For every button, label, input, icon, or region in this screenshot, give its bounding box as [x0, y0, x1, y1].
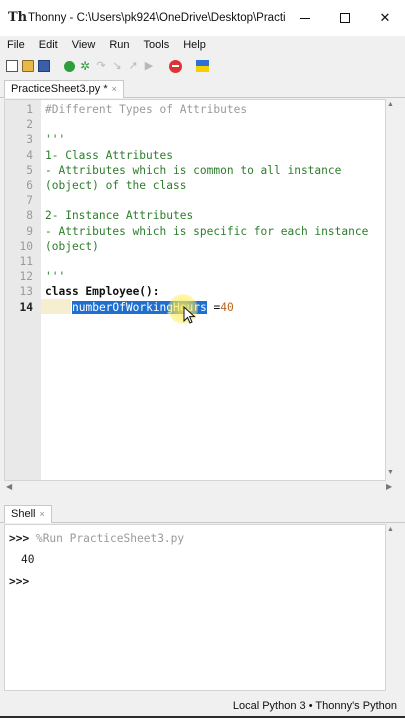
window-title: Thonny - C:\Users\pk924\OneDrive\Desktop…: [28, 12, 285, 24]
editor-horizontal-scrollbar[interactable]: ◀ ▶: [4, 482, 396, 494]
save-icon[interactable]: [38, 60, 50, 72]
menu-run[interactable]: Run: [102, 36, 136, 54]
shell-input-line[interactable]: >>>: [9, 574, 29, 589]
code-editor[interactable]: 1 #Different Types of Attributes 2 3 ''' 4…: [4, 99, 386, 481]
code-text: - Attributes which is specific for each …: [45, 224, 369, 238]
line-number: 3: [26, 133, 33, 147]
line-number: 13: [19, 285, 33, 299]
code-line: 5 - Attributes which is common to all ins…: [5, 163, 385, 178]
scroll-up-icon[interactable]: ▲: [387, 101, 394, 108]
ukraine-flag-icon[interactable]: [196, 60, 209, 72]
code-line: 7: [5, 193, 385, 208]
code-line: 13 class Employee():: [5, 284, 385, 299]
line-number: 2: [26, 118, 33, 132]
keyword-class: class: [45, 285, 79, 299]
step-over-icon[interactable]: ↷: [95, 60, 107, 72]
code-line: 12 ''': [5, 269, 385, 284]
number-literal: 40: [220, 300, 234, 314]
shell-output: 40: [21, 553, 35, 566]
code-line: 10 (object): [5, 239, 385, 254]
shell-tab-bar: Shell ×: [0, 503, 405, 523]
line-number: 5: [26, 163, 33, 177]
editor-tab-bar: PracticeSheet3.py * ×: [0, 78, 405, 98]
thonny-window: Th Thonny - C:\Users\pk924\OneDrive\Desk…: [0, 0, 405, 718]
stop-icon[interactable]: [169, 59, 182, 73]
resume-icon[interactable]: ▶: [143, 60, 155, 72]
code-line: 11: [5, 254, 385, 269]
shell-command-line: >>> %Run PracticeSheet3.py: [9, 531, 184, 546]
toolbar: ✲ ↷ ↘ ↗ ▶: [0, 55, 405, 77]
debug-icon[interactable]: ✲: [79, 60, 91, 72]
menu-file[interactable]: File: [0, 36, 32, 54]
line-number: 7: [26, 194, 33, 208]
code-line: 4 1- Class Attributes: [5, 148, 385, 163]
code-text: ''': [45, 133, 66, 147]
code-text: ''': [45, 270, 66, 284]
menu-view[interactable]: View: [65, 36, 103, 54]
shell-tab-close-icon[interactable]: ×: [39, 509, 44, 519]
new-file-icon[interactable]: [6, 60, 18, 72]
scroll-right-icon[interactable]: ▶: [386, 482, 392, 491]
shell-prompt: >>>: [9, 575, 30, 588]
maximize-icon: [340, 13, 350, 23]
thonny-logo-icon: Th: [8, 10, 28, 25]
code-text: #Different Types of Attributes: [45, 103, 248, 116]
open-file-icon[interactable]: [22, 60, 34, 72]
title-bar: Th Thonny - C:\Users\pk924\OneDrive\Desk…: [0, 0, 405, 36]
scroll-left-icon[interactable]: ◀: [6, 482, 12, 491]
run-icon[interactable]: [64, 60, 75, 72]
shell-command: %Run PracticeSheet3.py: [29, 532, 185, 545]
line-number: 6: [26, 179, 33, 192]
code-line: 1 #Different Types of Attributes: [5, 102, 385, 117]
code-text: 1- Class Attributes: [45, 148, 173, 162]
menu-bar: File Edit View Run Tools Help: [0, 36, 405, 54]
line-number: 10: [19, 239, 33, 253]
mouse-pointer-icon: [183, 306, 196, 324]
shell-console[interactable]: >>> %Run PracticeSheet3.py 40 >>>: [4, 524, 386, 691]
step-out-icon[interactable]: ↗: [127, 60, 139, 72]
menu-edit[interactable]: Edit: [32, 36, 65, 54]
menu-help[interactable]: Help: [176, 36, 213, 54]
close-window-button[interactable]: ✕: [365, 0, 405, 36]
code-line: 3 ''': [5, 132, 385, 147]
line-number: 11: [19, 255, 33, 268]
tab-practicesheet3[interactable]: PracticeSheet3.py * ×: [4, 80, 124, 98]
interpreter-status[interactable]: Local Python 3 • Thonny's Python: [233, 700, 397, 712]
minimize-button[interactable]: [285, 0, 325, 36]
code-line: 2: [5, 117, 385, 132]
tab-close-icon[interactable]: ×: [112, 84, 117, 94]
maximize-button[interactable]: [325, 0, 365, 36]
shell-tab-label: Shell: [11, 508, 36, 520]
line-number: 14: [19, 300, 33, 314]
scroll-down-icon[interactable]: ▼: [387, 469, 394, 476]
line-number: 1: [26, 103, 33, 116]
code-text: (object) of the class: [45, 179, 187, 192]
tab-label: PracticeSheet3.py *: [11, 83, 108, 95]
code-text: 2- Instance Attributes: [45, 209, 194, 223]
minimize-icon: [300, 17, 310, 19]
shell-prompt: >>>: [9, 532, 30, 545]
menu-tools[interactable]: Tools: [137, 36, 177, 54]
code-line: 6 (object) of the class: [5, 178, 385, 193]
assignment-operator: =: [206, 300, 221, 314]
class-definition: Employee():: [78, 285, 160, 299]
code-text: - Attributes which is common to all inst…: [45, 163, 342, 177]
line-number: 4: [26, 148, 33, 162]
editor-vertical-scrollbar[interactable]: ▲ ▼: [386, 99, 396, 481]
code-line: 8 2- Instance Attributes: [5, 208, 385, 223]
step-into-icon[interactable]: ↘: [111, 60, 123, 72]
status-bar: Local Python 3 • Thonny's Python: [0, 696, 405, 716]
scroll-up-icon[interactable]: ▲: [387, 526, 394, 533]
code-line: 9 - Attributes which is specific for each…: [5, 224, 385, 239]
tab-shell[interactable]: Shell ×: [4, 505, 52, 523]
shell-vertical-scrollbar[interactable]: ▲: [386, 524, 396, 691]
line-number: 8: [26, 209, 33, 223]
line-number: 12: [19, 270, 33, 284]
line-number: 9: [26, 224, 33, 238]
code-text: (object): [45, 239, 99, 253]
